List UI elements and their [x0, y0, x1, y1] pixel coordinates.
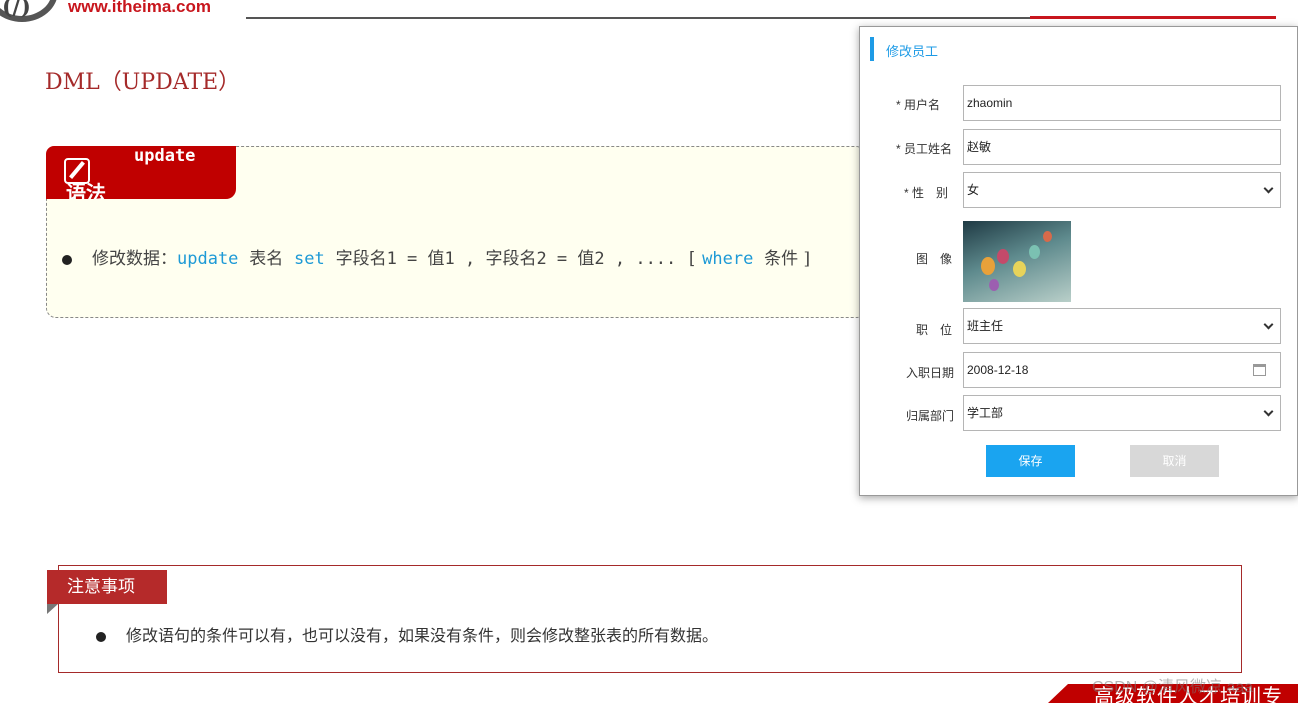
- image-label: 图 像: [915, 252, 952, 266]
- notice-box: [58, 565, 1242, 673]
- name-label: * 员工姓名: [895, 142, 952, 156]
- table-name: 表名: [249, 249, 284, 269]
- name-field[interactable]: 赵敏: [963, 129, 1281, 165]
- chevron-down-icon: [1263, 183, 1274, 194]
- chevron-down-icon: [1263, 319, 1274, 330]
- slide-title: DML（UPDATE）: [45, 70, 241, 95]
- save-button[interactable]: 保存: [986, 445, 1075, 477]
- entry-date-value: 2008-12-18: [967, 363, 1029, 377]
- notice-text-content: 修改语句的条件可以有，也可以没有，如果没有条件，则会修改整张表的所有数据。: [126, 626, 719, 645]
- department-select[interactable]: 学工部: [963, 395, 1281, 431]
- dialog-title: 修改员工: [886, 44, 939, 59]
- bullet-icon: [62, 254, 72, 265]
- notice-text: 修改语句的条件可以有，也可以没有，如果没有条件，则会修改整张表的所有数据。: [96, 622, 718, 646]
- syntax-prefix: 修改数据：: [92, 249, 177, 269]
- calendar-icon[interactable]: [1253, 364, 1266, 376]
- logo-mark: (/): [2, 0, 31, 20]
- balloon-icon: [997, 249, 1009, 264]
- csdn-watermark: CSDN @清风微凉 aaa: [1092, 679, 1254, 696]
- employee-image[interactable]: [963, 221, 1071, 302]
- kw-update: update: [177, 249, 239, 269]
- balloon-icon: [1043, 231, 1052, 242]
- syntax-tag: update 语法: [46, 146, 236, 199]
- balloon-icon: [989, 279, 999, 291]
- position-select[interactable]: 班主任: [963, 308, 1281, 344]
- kw-where: where: [702, 249, 754, 269]
- gender-label: * 性 别: [903, 186, 948, 200]
- balloon-icon: [981, 257, 995, 275]
- assignments: 字段名1 = 值1 , 字段名2 = 值2 , .... [: [335, 249, 697, 269]
- gender-value: 女: [967, 183, 980, 197]
- bullet-icon: [96, 631, 106, 642]
- position-value: 班主任: [967, 319, 1004, 333]
- balloon-icon: [1013, 261, 1026, 277]
- syntax-tag-keyword: update: [134, 146, 196, 166]
- gender-select[interactable]: 女: [963, 172, 1281, 208]
- syntax-line: 修改数据：update 表名 set 字段名1 = 值1 , 字段名2 = 值2…: [62, 244, 810, 269]
- dialog-title-bar: [870, 37, 874, 61]
- entry-date-field[interactable]: 2008-12-18: [963, 352, 1281, 388]
- cancel-button[interactable]: 取消: [1130, 445, 1219, 477]
- department-label: 归属部门: [905, 409, 954, 423]
- condition: 条件 ]: [764, 249, 811, 269]
- entry-date-label: 入职日期: [905, 366, 954, 380]
- edit-employee-dialog: 修改员工 * 用户名 zhaomin * 员工姓名 赵敏 * 性 别 女 图 像…: [859, 26, 1298, 496]
- kw-set: set: [294, 249, 325, 269]
- username-label: * 用户名: [895, 98, 940, 112]
- header-accent: [1030, 16, 1276, 19]
- notice-tag: 注意事项: [47, 570, 167, 604]
- logo-url: www.itheima.com: [68, 0, 211, 16]
- balloon-icon: [1029, 245, 1040, 259]
- department-value: 学工部: [967, 406, 1004, 420]
- notice-tag-fold: [47, 604, 58, 614]
- username-field[interactable]: zhaomin: [963, 85, 1281, 121]
- chevron-down-icon: [1263, 406, 1274, 417]
- position-label: 职 位: [915, 323, 952, 337]
- syntax-tag-label: 语法: [66, 181, 106, 199]
